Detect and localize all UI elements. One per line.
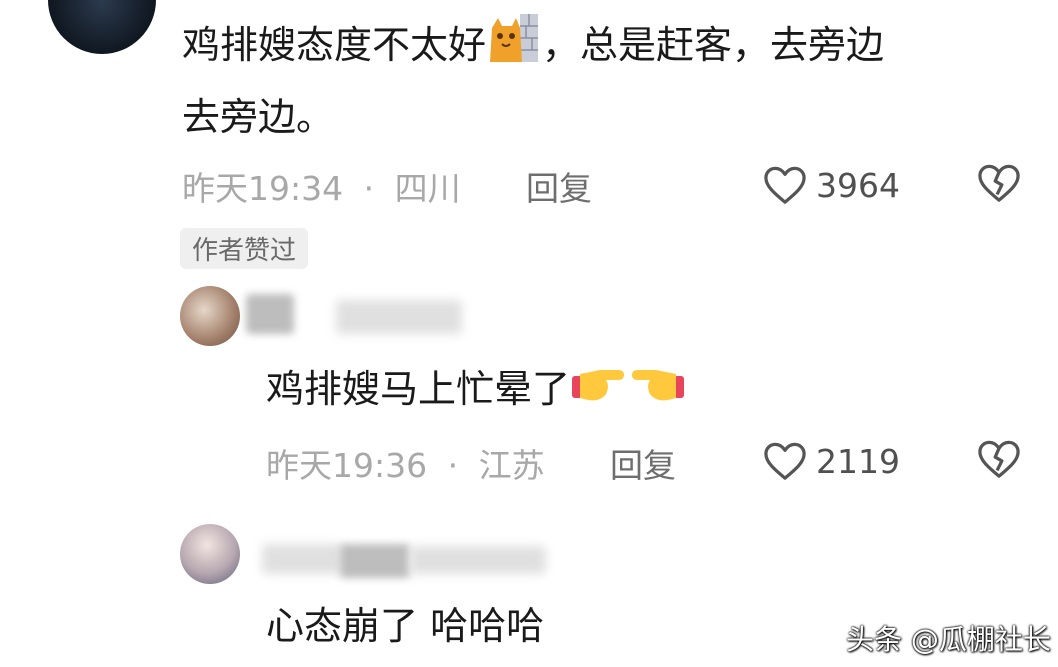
comment-1-like-button[interactable]: 3964 — [762, 160, 900, 210]
comment-2-time: 昨天19:36 — [266, 446, 428, 485]
comment-1-like-count: 3964 — [816, 165, 900, 205]
comment-1-text-tail: ，总是赶客，去旁边 — [542, 23, 885, 67]
meta-separator: · — [363, 169, 375, 208]
comment-3-text: 心态崩了 哈哈哈 — [266, 604, 545, 648]
comment-2-text-body: 鸡排嫂马上忙晕了 — [266, 367, 571, 411]
comment-2-dislike-button[interactable] — [976, 438, 1022, 484]
avatar-comment-3[interactable] — [180, 524, 240, 584]
comment-2-like-count: 2119 — [816, 441, 900, 481]
comment-1-meta: 昨天19:34 · 四川 — [182, 162, 461, 210]
comment-1-text-line2: 去旁边。 — [182, 95, 335, 139]
avatar-comment-2[interactable] — [180, 286, 240, 346]
broken-heart-icon — [976, 440, 1022, 484]
pointing-hands-emoji — [570, 356, 686, 427]
avatar-comment-1[interactable] — [48, 0, 156, 54]
username-comment-3[interactable] — [262, 544, 342, 574]
comment-1-time: 昨天19:34 — [182, 169, 344, 208]
comment-2-text: 鸡排嫂马上忙晕了 — [266, 356, 686, 427]
comment-1-dislike-button[interactable] — [976, 162, 1022, 208]
author-liked-badge: 作者赞过 — [180, 228, 309, 269]
username-comment-3-extra-2 — [410, 546, 546, 574]
broken-heart-icon — [976, 164, 1022, 208]
cat-wall-emoji — [486, 10, 542, 85]
username-comment-2[interactable] — [246, 294, 294, 334]
comment-2-location: 江苏 — [478, 446, 545, 485]
comment-2-meta: 昨天19:36 · 江苏 — [266, 439, 545, 487]
username-comment-2-extra — [336, 300, 462, 334]
comment-1-location: 四川 — [394, 169, 461, 208]
comment-1-reply-button[interactable]: 回复 — [526, 162, 592, 210]
heart-outline-icon — [762, 164, 808, 206]
comment-1-text-line1: 鸡排嫂态度不太好 — [182, 23, 487, 67]
comment-2-reply-button[interactable]: 回复 — [610, 439, 676, 487]
comment-1-text: 鸡排嫂态度不太好 ，总是赶客，去旁边 去旁边。 — [182, 10, 1022, 149]
username-comment-3-extra — [340, 544, 410, 578]
meta-separator: · — [447, 446, 459, 485]
comment-2-like-button[interactable]: 2119 — [762, 436, 900, 486]
heart-outline-icon — [762, 440, 808, 482]
watermark: 头条 @瓜棚社长 — [846, 623, 1051, 656]
